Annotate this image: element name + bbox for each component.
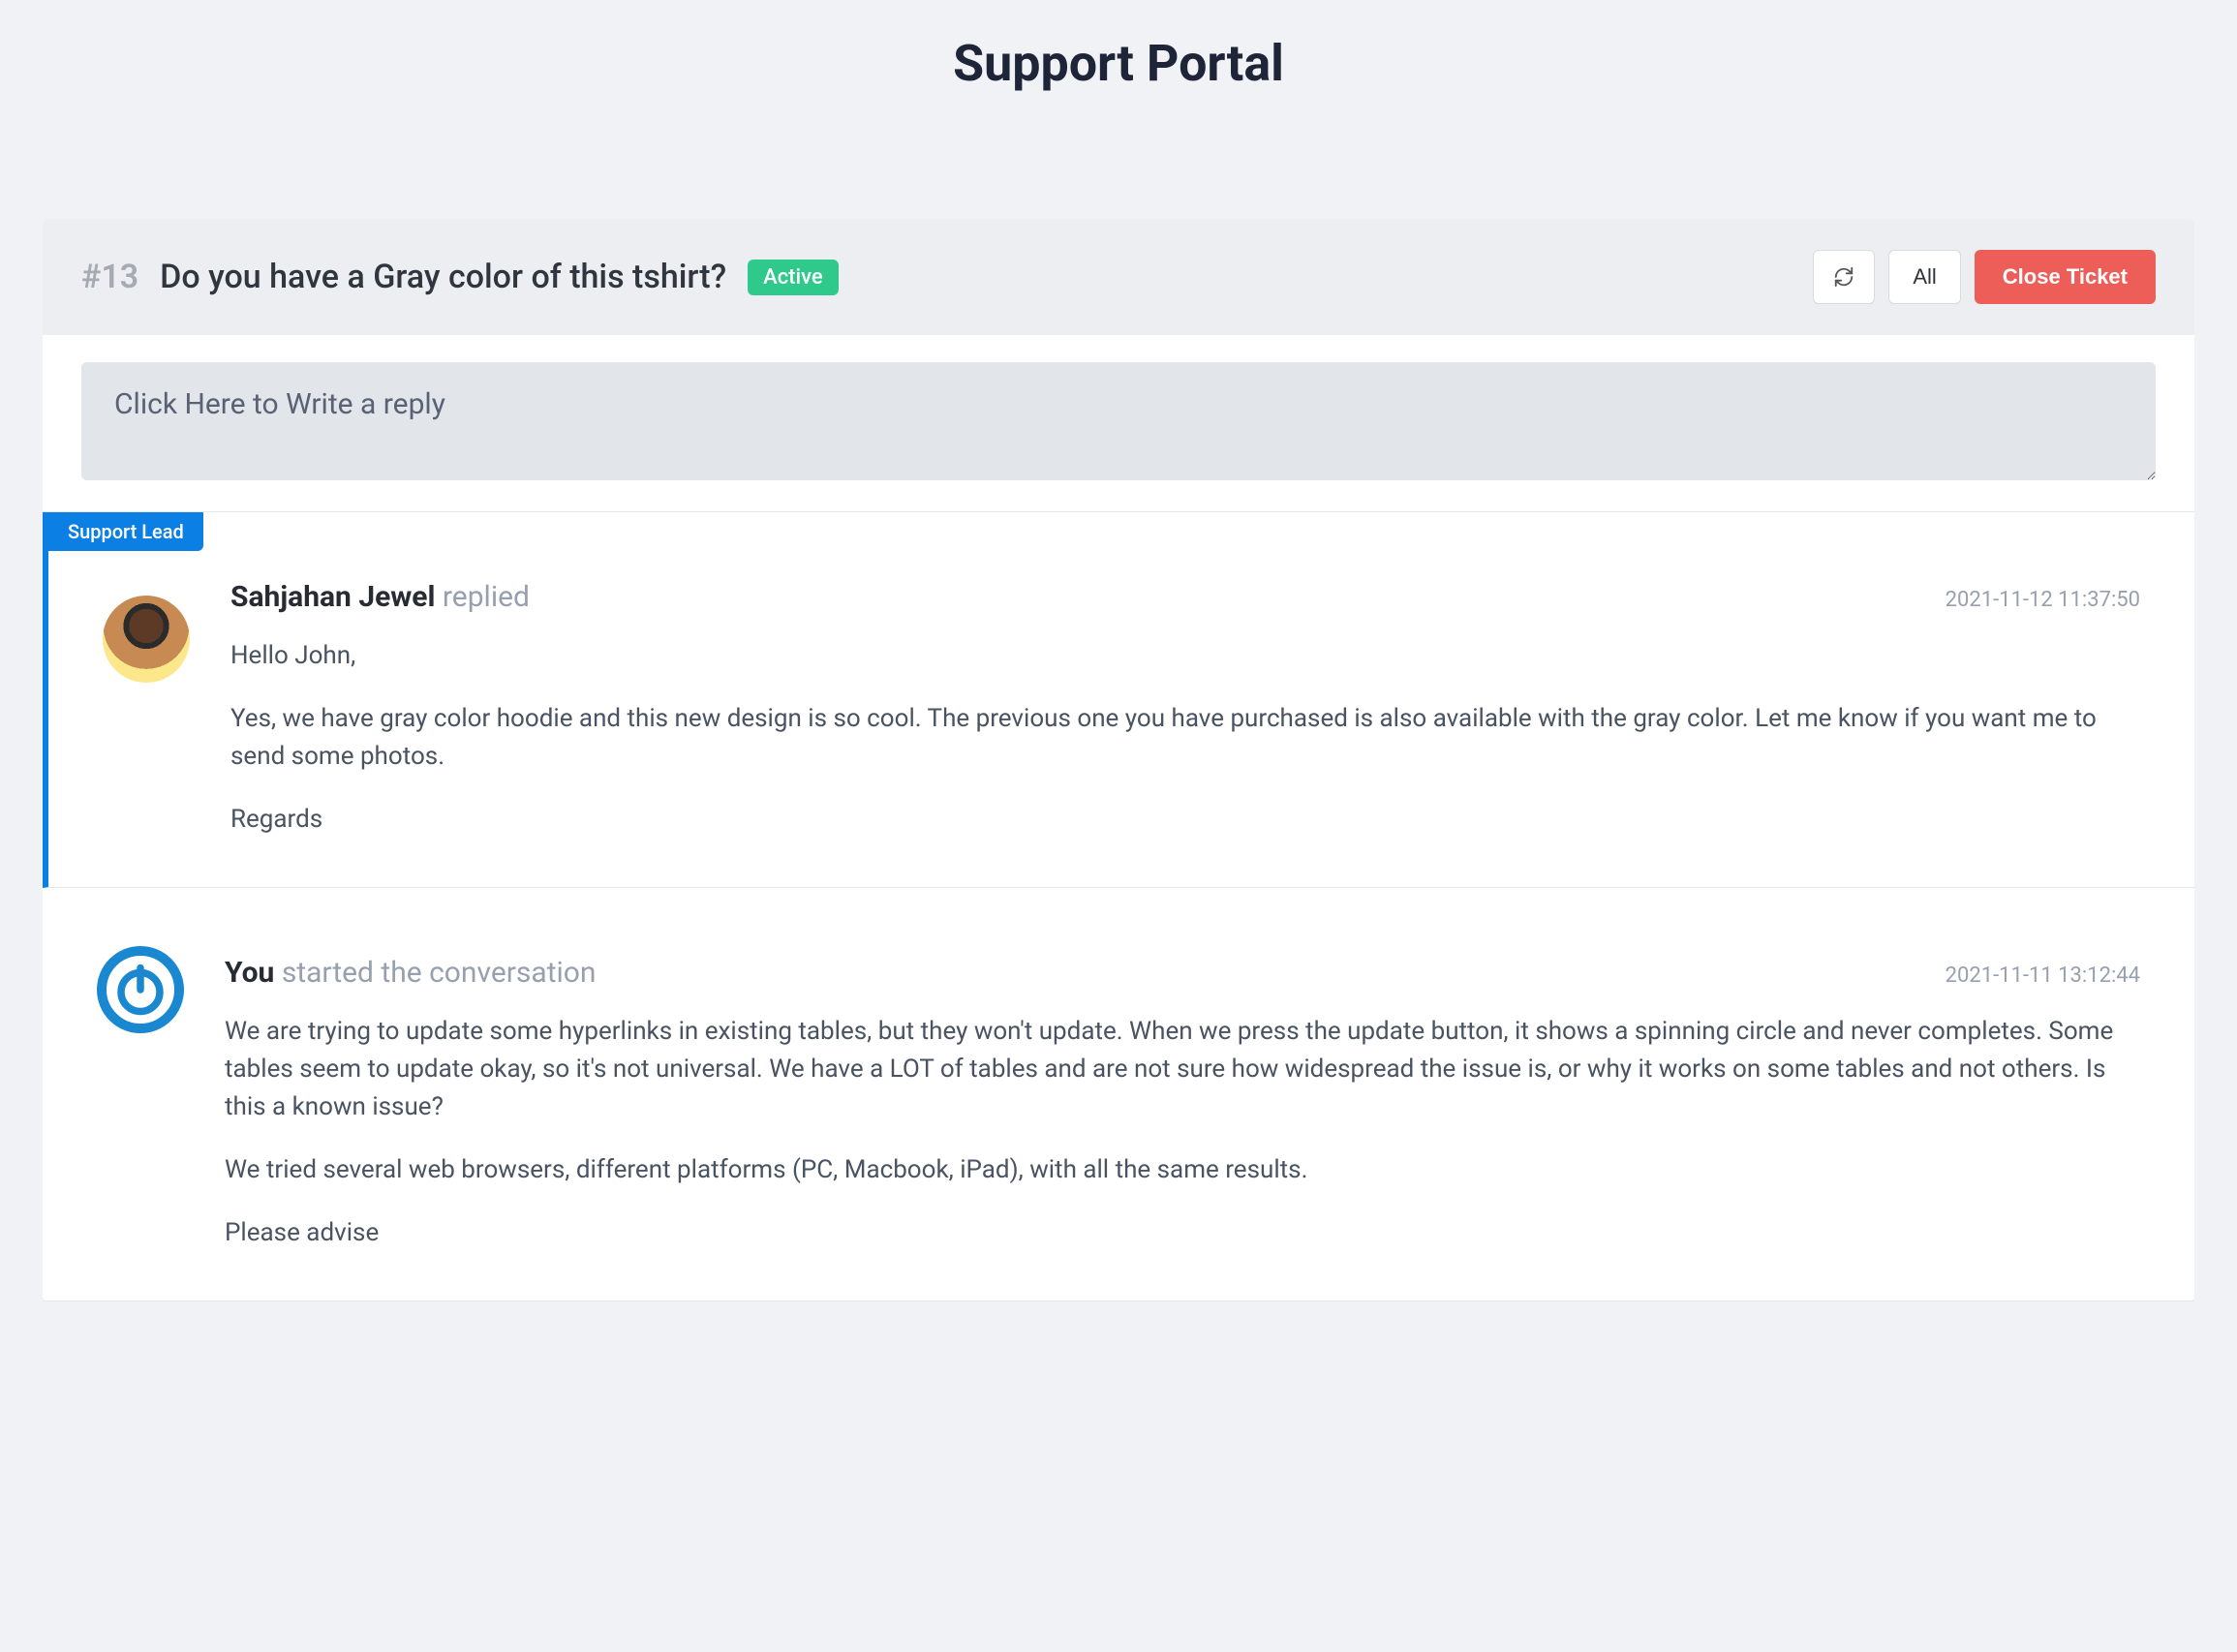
entry-person: You started the conversation: [225, 956, 596, 990]
close-ticket-button[interactable]: Close Ticket: [1975, 250, 2156, 304]
entry-action: started the conversation: [282, 956, 597, 990]
entry-body: We are trying to update some hyperlinks …: [225, 1013, 2140, 1252]
ticket-id: #13: [81, 258, 138, 296]
reply-section: [43, 335, 2194, 512]
power-icon: [111, 961, 169, 1019]
ticket-title-group: #13 Do you have a Gray color of this tsh…: [81, 258, 839, 296]
entry-action: replied: [443, 580, 530, 614]
entry-paragraph: Please advise: [225, 1214, 2140, 1252]
status-badge: Active: [748, 260, 839, 295]
refresh-icon: [1833, 266, 1854, 288]
entry-paragraph: Yes, we have gray color hoodie and this …: [230, 700, 2140, 776]
entry-name: You: [225, 956, 274, 990]
entry-paragraph: Regards: [230, 801, 2140, 839]
avatar: [97, 946, 184, 1033]
entry-header-row: You started the conversation 2021-11-11 …: [225, 956, 2140, 990]
all-button[interactable]: All: [1888, 250, 1960, 304]
page-title: Support Portal: [0, 34, 2237, 93]
entry-paragraph: Hello John,: [230, 637, 2140, 675]
entry-paragraph: We are trying to update some hyperlinks …: [225, 1013, 2140, 1126]
entry-person: Sahjahan Jewel replied: [230, 580, 530, 614]
ticket-container: #13 Do you have a Gray color of this tsh…: [43, 219, 2194, 1301]
entry-timestamp: 2021-11-11 13:12:44: [1946, 964, 2140, 988]
ticket-title: Do you have a Gray color of this tshirt?: [160, 258, 726, 296]
refresh-button[interactable]: [1813, 250, 1875, 304]
entry-name: Sahjahan Jewel: [230, 580, 435, 614]
entry-content: You started the conversation 2021-11-11 …: [225, 931, 2140, 1252]
entry-body: Hello John, Yes, we have gray color hood…: [230, 637, 2140, 839]
reply-input[interactable]: [81, 362, 2156, 480]
entry-header-row: Sahjahan Jewel replied 2021-11-12 11:37:…: [230, 580, 2140, 614]
conversation-list: Support Lead Sahjahan Jewel replied 2021…: [43, 512, 2194, 1301]
conversation-entry: You started the conversation 2021-11-11 …: [43, 888, 2194, 1301]
conversation-entry: Support Lead Sahjahan Jewel replied 2021…: [43, 512, 2194, 888]
ticket-actions: All Close Ticket: [1813, 250, 2156, 304]
role-tag: Support Lead: [48, 512, 203, 551]
ticket-header: #13 Do you have a Gray color of this tsh…: [43, 219, 2194, 335]
entry-content: Sahjahan Jewel replied 2021-11-12 11:37:…: [230, 555, 2140, 839]
avatar: [103, 596, 190, 683]
entry-timestamp: 2021-11-12 11:37:50: [1946, 588, 2140, 612]
page-header: Support Portal: [0, 0, 2237, 219]
entry-paragraph: We tried several web browsers, different…: [225, 1151, 2140, 1189]
